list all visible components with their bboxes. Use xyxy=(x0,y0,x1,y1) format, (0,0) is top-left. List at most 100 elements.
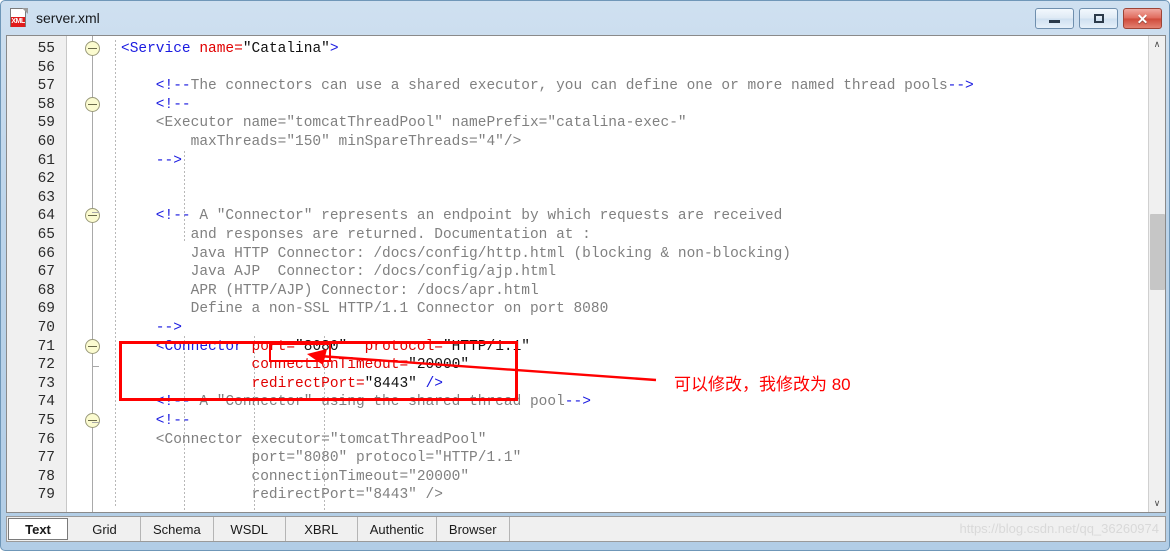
line-number: 55 xyxy=(37,41,55,57)
code-token-comment: <Executor name="tomcatThreadPool" namePr… xyxy=(121,115,687,132)
fold-end-tick xyxy=(92,422,99,423)
code-token-punc: <!-- xyxy=(121,413,191,429)
maximize-button[interactable] xyxy=(1079,8,1118,29)
line-number: 68 xyxy=(37,282,55,299)
fold-toggle-icon[interactable] xyxy=(85,41,100,56)
line-number: 74 xyxy=(37,394,55,411)
code-line: and responses are returned. Documentatio… xyxy=(121,226,591,244)
tab-xbrl[interactable]: XBRL xyxy=(286,517,358,541)
code-line: --> xyxy=(121,319,182,337)
window-controls: ✕ xyxy=(1035,8,1162,29)
code-line: APR (HTTP/AJP) Connector: /docs/apr.html xyxy=(121,282,539,300)
code-line: <!-- xyxy=(121,412,191,430)
code-line: <!-- A "Connector" represents an endpoin… xyxy=(121,207,783,225)
code-line: Java HTTP Connector: /docs/config/http.h… xyxy=(121,245,791,263)
code-line: <!--The connectors can use a shared exec… xyxy=(121,77,974,95)
close-button[interactable]: ✕ xyxy=(1123,8,1162,29)
line-number: 60 xyxy=(37,134,55,150)
code-text-area[interactable]: <Service name="Catalina"> <!--The connec… xyxy=(106,36,1165,512)
line-number: 76 xyxy=(37,431,55,448)
code-token-punc: <!-- xyxy=(121,208,191,225)
code-token-tag: > xyxy=(329,41,339,57)
scroll-down-icon[interactable]: ∨ xyxy=(1149,495,1165,512)
tab-authentic[interactable]: Authentic xyxy=(358,517,437,541)
maximize-icon xyxy=(1093,14,1104,23)
line-number: 78 xyxy=(37,468,55,485)
code-editor[interactable]: 55 56 57 58 59 60 61 62 63 64 65 66 67 68 69 70 71 72 73 74… xyxy=(6,35,1166,513)
fold-toggle-icon[interactable] xyxy=(85,208,100,224)
code-token-attr: name= xyxy=(199,41,243,57)
code-token-comment: <Connector executor="tomcatThreadPool" xyxy=(121,431,487,448)
code-line: connectionTimeout="20000" xyxy=(121,356,470,374)
vertical-scrollbar[interactable]: ∧ ∨ xyxy=(1148,36,1165,512)
line-number-gutter: 55 56 57 58 59 60 61 62 63 64 65 66 67 68 69 70 71 72 73 74… xyxy=(7,36,67,512)
line-number: 65 xyxy=(37,227,55,243)
fold-toggle-icon[interactable] xyxy=(85,413,100,428)
xml-file-icon: XML xyxy=(10,8,28,28)
code-token-attr: redirectPort= xyxy=(121,375,365,392)
tab-text[interactable]: Text xyxy=(8,518,68,540)
code-token-comment: port="8080" protocol="HTTP/1.1" xyxy=(121,450,522,467)
code-token-comment: Java AJP Connector: /docs/config/ajp.htm… xyxy=(121,264,557,281)
code-token-comment: A "Connector" represents an endpoint by … xyxy=(190,208,783,225)
line-number: 63 xyxy=(37,189,55,206)
code-line: connectionTimeout="20000" xyxy=(121,468,470,486)
line-number: 67 xyxy=(37,264,55,281)
fold-toggle-icon[interactable] xyxy=(85,96,100,112)
code-token-comment: Java HTTP Connector: /docs/config/http.h… xyxy=(121,245,792,262)
code-token-comment: The connectors can use a shared executor… xyxy=(190,78,948,95)
code-line: --> xyxy=(121,152,182,170)
code-token-attr: protocol= xyxy=(347,338,443,355)
code-token-tag: <Connector xyxy=(121,338,252,355)
code-line: port="8080" protocol="HTTP/1.1" xyxy=(121,449,522,467)
tab-browser[interactable]: Browser xyxy=(437,517,510,541)
code-token-comment: and responses are returned. Documentatio… xyxy=(121,227,591,243)
code-token-comment: APR (HTTP/AJP) Connector: /docs/apr.html xyxy=(121,282,539,299)
code-token-val: "20000" xyxy=(408,357,470,374)
code-folding-gutter[interactable] xyxy=(68,36,106,512)
code-token-punc: <!-- xyxy=(121,78,191,95)
code-line: <Connector executor="tomcatThreadPool" xyxy=(121,431,487,449)
code-line: Define a non-SSL HTTP/1.1 Connector on p… xyxy=(121,300,609,318)
code-token-tag: <Service xyxy=(121,41,200,57)
line-number: 61 xyxy=(37,152,55,169)
line-number: 62 xyxy=(37,171,55,188)
line-number: 70 xyxy=(37,320,55,336)
code-line: <Service name="Catalina"> xyxy=(121,40,339,58)
close-icon: ✕ xyxy=(1136,10,1149,27)
code-token-val: "8443" xyxy=(364,375,426,392)
title-bar: XML server.xml ✕ xyxy=(1,1,1169,35)
line-number: 77 xyxy=(37,450,55,467)
code-token-comment: redirectPort="8443" /> xyxy=(121,487,443,504)
tab-schema[interactable]: Schema xyxy=(141,517,214,541)
scroll-up-icon[interactable]: ∧ xyxy=(1149,36,1165,53)
editor-window: XML server.xml ✕ 55 56 57 58 59 60 61 62 63 64 65 6… xyxy=(0,0,1170,551)
window-title: server.xml xyxy=(36,10,100,26)
code-line: redirectPort="8443" /> xyxy=(121,486,443,504)
code-token-punc: --> xyxy=(564,394,591,411)
minimize-button[interactable] xyxy=(1035,8,1074,29)
code-line: <!-- xyxy=(121,96,191,114)
fold-toggle-icon[interactable] xyxy=(85,338,100,354)
view-tab-bar[interactable]: Text Grid Schema WSDL XBRL Authentic Browser ht… xyxy=(6,516,1166,542)
scrollbar-thumb[interactable] xyxy=(1150,214,1165,290)
code-token-comment: maxThreads="150" minSpareThreads="4"/> xyxy=(121,134,522,150)
minimize-icon xyxy=(1049,20,1060,23)
code-token-punc: <!-- xyxy=(121,96,191,113)
line-number: 59 xyxy=(37,115,55,132)
line-number: 66 xyxy=(37,245,55,262)
line-number: 69 xyxy=(37,301,55,318)
line-number: 73 xyxy=(37,375,55,392)
code-token-punc: --> xyxy=(947,78,974,95)
code-token-attr: port= xyxy=(251,338,296,355)
fold-end-tick xyxy=(92,212,99,213)
xml-badge-label: XML xyxy=(11,17,25,27)
fold-end-tick xyxy=(92,366,99,367)
line-number: 57 xyxy=(37,78,55,95)
code-token-comment: connectionTimeout="20000" xyxy=(121,468,470,485)
tab-wsdl[interactable]: WSDL xyxy=(214,517,286,541)
watermark-text: https://blog.csdn.net/qq_36260974 xyxy=(959,521,1160,536)
line-number: 58 xyxy=(37,96,55,113)
tab-grid[interactable]: Grid xyxy=(69,517,141,541)
line-number: 72 xyxy=(37,357,55,374)
